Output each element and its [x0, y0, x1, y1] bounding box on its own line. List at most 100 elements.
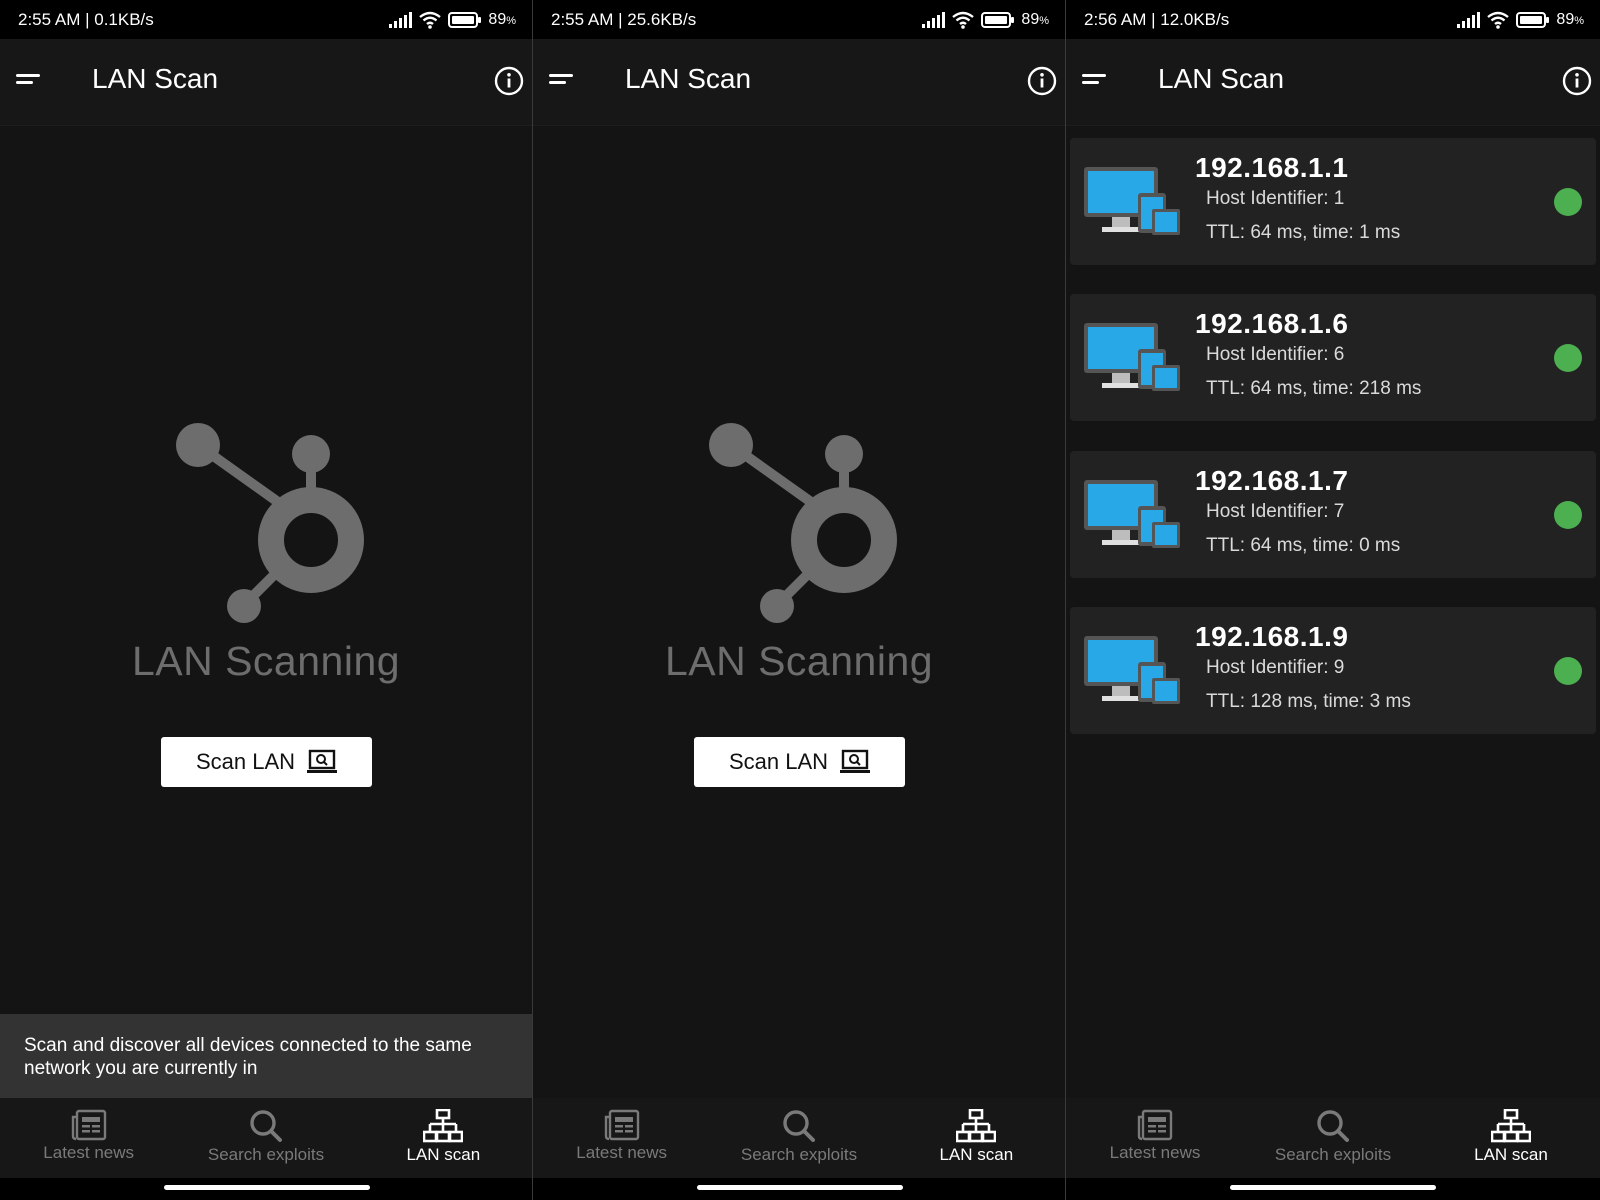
status-icons: 89% — [1456, 11, 1584, 29]
search-icon — [783, 1110, 815, 1142]
nav-label: LAN scan — [406, 1145, 481, 1164]
battery-percent: 89% — [488, 10, 516, 28]
newspaper-icon — [71, 1109, 106, 1141]
signal-icon — [922, 11, 946, 28]
devices-icon — [1084, 636, 1180, 704]
home-gesture-bar[interactable] — [1230, 1185, 1436, 1190]
scan-lan-label: Scan LAN — [728, 749, 829, 774]
device-card[interactable]: 192.168.1.6 Host Identifier: 6 TTL: 64 m… — [1070, 294, 1596, 421]
device-card[interactable]: 192.168.1.1 Host Identifier: 1 TTL: 64 m… — [1070, 138, 1596, 265]
wifi-icon — [1487, 11, 1510, 29]
nav-lan-scan[interactable]: LAN scan — [355, 1098, 532, 1178]
device-ip: 192.168.1.6 — [1195, 308, 1349, 339]
device-ip: 192.168.1.7 — [1195, 465, 1349, 496]
nav-search-exploits[interactable]: Search exploits — [710, 1098, 887, 1178]
device-card[interactable]: 192.168.1.7 Host Identifier: 7 TTL: 64 m… — [1070, 451, 1596, 578]
app-bar: LAN Scan — [1066, 39, 1600, 125]
menu-icon[interactable] — [16, 74, 42, 90]
nav-latest-news[interactable]: Latest news — [533, 1098, 710, 1178]
info-icon[interactable] — [1562, 66, 1592, 96]
menu-icon[interactable] — [549, 74, 575, 90]
laptop-search-icon — [840, 749, 871, 773]
online-status-dot — [1554, 501, 1582, 529]
status-time-network: 2:55 AM | 0.1KB/s — [18, 9, 154, 29]
gesture-area — [1066, 1178, 1600, 1200]
home-gesture-bar[interactable] — [164, 1185, 370, 1190]
status-icons: 89% — [388, 11, 516, 29]
bottom-navigation: Latest news Search exploits LAN scan — [1066, 1098, 1600, 1178]
nav-label: Search exploits — [740, 1145, 858, 1164]
screen-results: 2:56 AM | 12.0KB/s 89% LAN Scan 192.168.… — [1066, 0, 1600, 1200]
nav-label: Latest news — [576, 1143, 668, 1162]
network-icon — [1491, 1109, 1531, 1143]
devices-icon — [1084, 323, 1180, 391]
nav-label: Latest news — [1109, 1143, 1201, 1162]
empty-state: LAN Scanning — [533, 410, 1065, 684]
battery-icon — [981, 11, 1015, 28]
status-bar: 2:55 AM | 0.1KB/s 89% — [0, 0, 532, 39]
search-icon — [250, 1110, 282, 1142]
nav-search-exploits[interactable]: Search exploits — [1244, 1098, 1422, 1178]
network-icon — [956, 1109, 997, 1143]
signal-icon — [1457, 11, 1481, 28]
gesture-area — [533, 1178, 1065, 1200]
hubspot-like-logo-icon — [176, 423, 364, 623]
battery-percent: 89% — [1021, 10, 1049, 28]
signal-icon — [389, 11, 413, 28]
battery-icon — [448, 11, 482, 28]
home-gesture-bar[interactable] — [697, 1185, 903, 1190]
newspaper-icon — [1137, 1109, 1173, 1141]
status-time-network: 2:55 AM | 25.6KB/s — [551, 9, 697, 29]
empty-state: LAN Scanning — [0, 410, 532, 684]
device-ttl: TTL: 64 ms, time: 1 ms — [1206, 222, 1401, 243]
device-ip: 192.168.1.1 — [1195, 152, 1349, 183]
bottom-navigation: Latest news Search exploits LAN scan — [533, 1098, 1065, 1178]
wifi-icon — [419, 11, 442, 29]
scan-lan-button[interactable]: Scan LAN — [694, 737, 905, 787]
hubspot-like-logo-icon — [709, 423, 897, 623]
screen-scanning: 2:55 AM | 25.6KB/s 89% LAN Scan LAN Scan… — [533, 0, 1066, 1200]
empty-state-title: LAN Scanning — [131, 638, 401, 684]
scan-lan-button[interactable]: Scan LAN — [161, 737, 372, 787]
gesture-area — [0, 1178, 532, 1200]
device-ttl: TTL: 128 ms, time: 3 ms — [1206, 691, 1411, 712]
device-host-identifier: Host Identifier: 6 — [1206, 344, 1345, 365]
devices-icon — [1084, 480, 1180, 548]
network-icon — [423, 1109, 464, 1143]
laptop-search-icon — [307, 749, 338, 773]
info-icon[interactable] — [1027, 66, 1057, 96]
status-bar: 2:56 AM | 12.0KB/s 89% — [1066, 0, 1600, 39]
status-icons: 89% — [921, 11, 1049, 29]
nav-lan-scan[interactable]: LAN scan — [1422, 1098, 1600, 1178]
device-host-identifier: Host Identifier: 1 — [1206, 188, 1345, 209]
device-host-identifier: Host Identifier: 7 — [1206, 501, 1345, 522]
screens-container: 2:55 AM | 0.1KB/s 89% LAN Scan LAN Scann… — [0, 0, 1600, 1200]
app-title: LAN Scan — [1158, 63, 1285, 94]
menu-icon[interactable] — [1082, 74, 1108, 90]
screen-initial: 2:55 AM | 0.1KB/s 89% LAN Scan LAN Scann… — [0, 0, 533, 1200]
online-status-dot — [1554, 657, 1582, 685]
bottom-navigation: Latest news Search exploits LAN scan — [0, 1098, 532, 1178]
device-ttl: TTL: 64 ms, time: 218 ms — [1206, 378, 1422, 399]
device-ip: 192.168.1.9 — [1195, 621, 1349, 652]
info-icon[interactable] — [494, 66, 524, 96]
app-bar: LAN Scan — [0, 39, 532, 125]
battery-icon — [1516, 11, 1550, 28]
wifi-icon — [952, 11, 975, 29]
device-ttl: TTL: 64 ms, time: 0 ms — [1206, 535, 1401, 556]
device-card[interactable]: 192.168.1.9 Host Identifier: 9 TTL: 128 … — [1070, 607, 1596, 734]
nav-label: Search exploits — [1274, 1145, 1392, 1164]
search-icon — [1317, 1110, 1349, 1142]
app-bar: LAN Scan — [533, 39, 1065, 125]
device-host-identifier: Host Identifier: 9 — [1206, 657, 1345, 678]
online-status-dot — [1554, 344, 1582, 372]
devices-icon — [1084, 167, 1180, 235]
nav-label: Latest news — [43, 1143, 135, 1162]
nav-latest-news[interactable]: Latest news — [1066, 1098, 1244, 1178]
snackbar-message: Scan and discover all devices connected … — [0, 1014, 532, 1098]
nav-label: LAN scan — [1474, 1145, 1548, 1164]
nav-lan-scan[interactable]: LAN scan — [888, 1098, 1065, 1178]
nav-search-exploits[interactable]: Search exploits — [177, 1098, 354, 1178]
nav-label: Search exploits — [207, 1145, 325, 1164]
nav-latest-news[interactable]: Latest news — [0, 1098, 177, 1178]
